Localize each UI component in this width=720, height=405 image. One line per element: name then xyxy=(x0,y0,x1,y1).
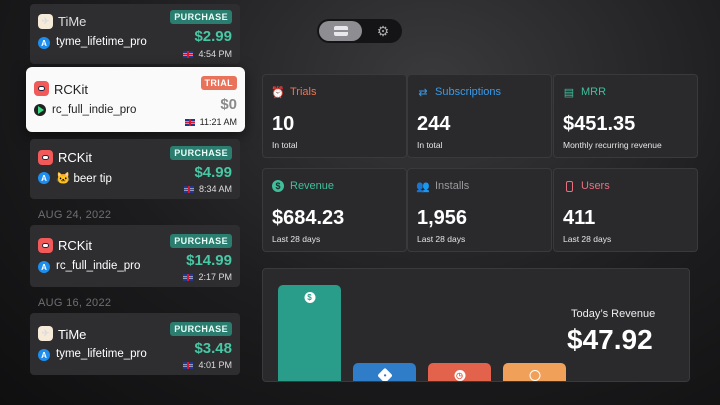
card-subtitle: Last 28 days xyxy=(272,234,321,244)
rckit-app-icon xyxy=(34,81,49,96)
uk-flag-icon xyxy=(183,273,194,281)
card-label: Users xyxy=(581,180,610,192)
app-name: TiMe xyxy=(58,327,87,342)
card-subtitle: Last 28 days xyxy=(563,234,612,244)
transaction-time: 8:34 AM xyxy=(183,184,232,194)
todays-revenue-panel: $ • ◷ Today’s Revenue $47.92 xyxy=(262,268,690,382)
transaction-time: 11:21 AM xyxy=(184,117,237,127)
card-label: Subscriptions xyxy=(435,86,502,98)
uk-flag-icon xyxy=(183,50,194,58)
purchase-badge: PURCHASE xyxy=(170,146,232,160)
card-header: ▤ MRR xyxy=(563,86,607,99)
renew-icon xyxy=(529,370,540,381)
play-store-icon xyxy=(34,104,46,116)
price: $14.99 xyxy=(186,252,232,269)
transaction-card-selected[interactable]: RCKit rc_full_indie_pro TRIAL $0 11:21 A… xyxy=(26,67,245,132)
purchase-badge: PURCHASE xyxy=(170,322,232,336)
revenue-card[interactable]: $ Revenue $684.23 Last 28 days xyxy=(262,168,407,252)
product-id: rc_full_indie_pro xyxy=(56,260,141,272)
alarm-clock-icon: ◷ xyxy=(454,370,465,381)
phone-icon xyxy=(563,180,575,192)
uk-flag-icon xyxy=(183,185,194,193)
product-id: rc_full_indie_pro xyxy=(52,104,137,116)
transaction-time: 4:54 PM xyxy=(183,49,232,59)
card-subtitle: In total xyxy=(417,140,443,150)
tag-icon: • xyxy=(376,367,393,381)
tyme-app-icon: ✈ xyxy=(38,14,53,29)
card-value: 1,956 xyxy=(417,207,468,229)
product-id: tyme_lifetime_pro xyxy=(56,348,147,360)
card-header: ⇄ Subscriptions xyxy=(417,86,502,99)
settings-button[interactable]: ⚙ xyxy=(369,21,397,41)
price: $2.99 xyxy=(194,28,232,45)
card-label: Trials xyxy=(290,86,317,98)
card-subtitle: In total xyxy=(272,140,298,150)
price: $3.48 xyxy=(194,340,232,357)
view-toggle[interactable]: ⚙ xyxy=(317,19,402,43)
uk-flag-icon xyxy=(184,118,195,126)
price: $0 xyxy=(220,96,237,113)
dollar-icon: $ xyxy=(304,292,315,303)
users-card[interactable]: Users 411 Last 28 days xyxy=(553,168,698,252)
card-header: ⏰ Trials xyxy=(271,86,317,99)
card-value: $451.35 xyxy=(563,113,636,135)
purchase-badge: PURCHASE xyxy=(170,234,232,248)
repeat-icon: ⇄ xyxy=(418,86,428,99)
todays-revenue-label: Today’s Revenue xyxy=(571,308,656,320)
card-value: 411 xyxy=(563,207,596,229)
people-icon: 👥 xyxy=(416,180,430,193)
app-name: RCKit xyxy=(58,150,92,165)
product-id: tyme_lifetime_pro xyxy=(56,36,147,48)
transaction-card[interactable]: ✈ TiMe A tyme_lifetime_pro PURCHASE $2.9… xyxy=(30,4,240,64)
card-header: Users xyxy=(563,180,610,192)
tyme-app-icon: ✈ xyxy=(38,326,53,341)
subscriptions-card[interactable]: ⇄ Subscriptions 244 In total xyxy=(407,74,552,158)
app-name: TiMe xyxy=(58,14,87,29)
mrr-card[interactable]: ▤ MRR $451.35 Monthly recurring revenue xyxy=(553,74,698,158)
app-store-icon: A xyxy=(38,349,50,361)
app-name: RCKit xyxy=(54,82,88,97)
tags-bar: • xyxy=(353,363,416,381)
todays-revenue-value: $47.92 xyxy=(567,324,653,355)
card-subtitle: Monthly recurring revenue xyxy=(563,140,662,150)
price: $4.99 xyxy=(194,164,232,181)
card-header: $ Revenue xyxy=(272,180,334,192)
renewals-bar xyxy=(503,363,566,381)
transaction-time: 2:17 PM xyxy=(183,272,232,282)
card-header: 👥 Installs xyxy=(416,180,470,193)
gear-icon: ⚙ xyxy=(376,22,390,39)
transaction-card[interactable]: ✈ TiMe A tyme_lifetime_pro PURCHASE $3.4… xyxy=(30,313,240,375)
dashboard-icon xyxy=(333,26,348,36)
card-value: 244 xyxy=(417,113,451,135)
card-label: Revenue xyxy=(290,180,335,192)
app-name: RCKit xyxy=(58,238,92,253)
app-store-icon: A xyxy=(38,261,50,273)
alarm-clock-icon: ⏰ xyxy=(271,86,285,99)
uk-flag-icon xyxy=(183,361,194,369)
trials-bar: ◷ xyxy=(428,363,491,381)
card-label: Installs xyxy=(435,180,470,192)
purchases-bar: $ xyxy=(278,285,341,381)
purchase-badge: PURCHASE xyxy=(170,10,232,24)
card-subtitle: Last 28 days xyxy=(417,234,466,244)
rckit-app-icon xyxy=(38,150,53,165)
trials-card[interactable]: ⏰ Trials 10 In total xyxy=(262,74,407,158)
dashboard-view-button[interactable] xyxy=(319,21,362,41)
date-header: AUG 24, 2022 xyxy=(38,209,112,221)
product-id: 🐱 beer tip xyxy=(56,173,112,185)
transaction-card[interactable]: RCKit A rc_full_indie_pro PURCHASE $14.9… xyxy=(30,225,240,287)
chart-icon: ▤ xyxy=(563,86,575,99)
date-header: AUG 16, 2022 xyxy=(38,297,112,309)
rckit-app-icon xyxy=(38,238,53,253)
card-label: MRR xyxy=(581,86,607,98)
app-store-icon: A xyxy=(38,172,50,184)
dollar-icon: $ xyxy=(272,180,284,192)
transaction-time: 4:01 PM xyxy=(183,360,232,370)
card-value: $684.23 xyxy=(272,207,345,229)
transaction-card[interactable]: RCKit A 🐱 beer tip PURCHASE $4.99 8:34 A… xyxy=(30,139,240,199)
app-store-icon: A xyxy=(38,37,50,49)
installs-card[interactable]: 👥 Installs 1,956 Last 28 days xyxy=(407,168,552,252)
trial-badge: TRIAL xyxy=(200,76,237,90)
card-value: 10 xyxy=(272,113,295,135)
